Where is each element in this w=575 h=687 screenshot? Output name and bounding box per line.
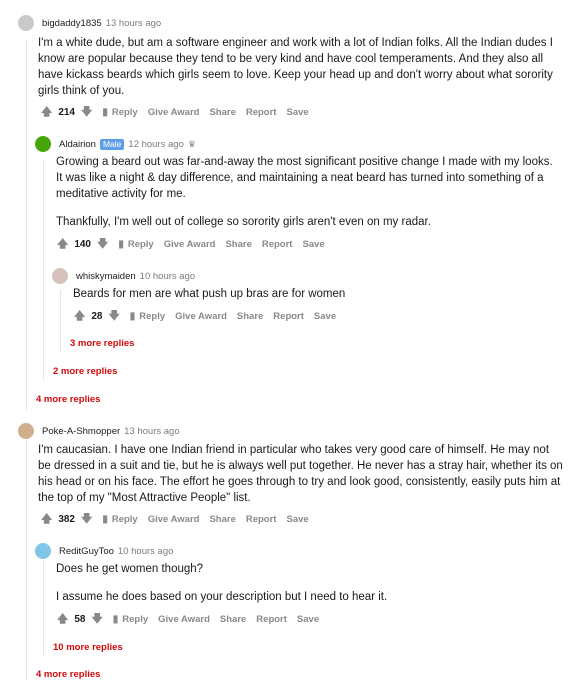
- share-button[interactable]: Share: [209, 107, 235, 118]
- give-award-button[interactable]: Give Award: [158, 614, 210, 625]
- give-award-button[interactable]: Give Award: [175, 311, 227, 322]
- comment-text: Does he get women though?: [56, 563, 204, 575]
- comment-actions: 🡅 58 🡇 ▮ Reply Give Award Share Report Sa…: [57, 611, 319, 627]
- reply-button[interactable]: ▮ Reply: [102, 514, 137, 525]
- comment-header: whiskymaiden 10 hours ago: [52, 268, 195, 284]
- comment-body: I'm caucasian. I have one Indian friend …: [38, 442, 563, 518]
- save-button[interactable]: Save: [314, 311, 336, 322]
- reply-button[interactable]: ▮ Reply: [102, 107, 137, 118]
- arrow-up-icon[interactable]: 🡅: [57, 610, 68, 629]
- share-button[interactable]: Share: [237, 311, 263, 322]
- thread-line[interactable]: [26, 440, 27, 680]
- more-replies-link[interactable]: 4 more replies: [36, 394, 100, 405]
- comment-actions: 🡅 140 🡇 ▮ Reply Give Award Share Report S…: [57, 236, 325, 252]
- speech-bubble-icon: ▮: [102, 106, 108, 118]
- comment-header: Poke-A-Shmopper 13 hours ago: [18, 423, 180, 439]
- vote-score: 58: [74, 613, 86, 625]
- report-button[interactable]: Report: [262, 239, 293, 250]
- share-button[interactable]: Share: [209, 514, 235, 525]
- arrow-down-icon[interactable]: 🡇: [97, 235, 108, 254]
- comment-text: Thankfully, I'm well out of college so s…: [56, 216, 431, 228]
- user-flair: Male: [99, 138, 125, 150]
- reply-button[interactable]: ▮ Reply: [113, 614, 148, 625]
- more-replies-link[interactable]: 3 more replies: [70, 338, 134, 349]
- more-replies-link[interactable]: 4 more replies: [36, 669, 100, 680]
- comment-header: bigdaddy1835 13 hours ago: [18, 15, 161, 31]
- comment-time[interactable]: 13 hours ago: [124, 426, 179, 437]
- comment-time[interactable]: 10 hours ago: [118, 546, 173, 557]
- comment-header: Aldairion Male 12 hours ago ♛: [35, 136, 196, 152]
- comment-actions: 🡅 28 🡇 ▮ Reply Give Award Share Report Sa…: [74, 308, 336, 324]
- save-button[interactable]: Save: [302, 239, 324, 250]
- speech-bubble-icon: ▮: [112, 613, 119, 625]
- arrow-up-icon[interactable]: 🡅: [41, 103, 52, 122]
- arrow-down-icon[interactable]: 🡇: [81, 510, 92, 529]
- comment-time[interactable]: 10 hours ago: [140, 271, 195, 282]
- give-award-button[interactable]: Give Award: [148, 514, 200, 525]
- comment-body: Does he get women though? I assume he do…: [56, 561, 556, 617]
- avatar[interactable]: [52, 268, 68, 284]
- vote-score: 214: [58, 106, 75, 118]
- save-button[interactable]: Save: [286, 514, 308, 525]
- share-button[interactable]: Share: [225, 239, 251, 250]
- save-button[interactable]: Save: [297, 614, 319, 625]
- more-replies-link[interactable]: 10 more replies: [53, 642, 123, 653]
- give-award-button[interactable]: Give Award: [164, 239, 216, 250]
- arrow-up-icon[interactable]: 🡅: [41, 510, 52, 529]
- report-button[interactable]: Report: [273, 311, 304, 322]
- report-button[interactable]: Report: [246, 107, 277, 118]
- comment-text: Growing a beard out was far-and-away the…: [56, 156, 553, 200]
- reply-button[interactable]: ▮ Reply: [118, 239, 153, 250]
- report-button[interactable]: Report: [246, 514, 277, 525]
- comment-time[interactable]: 13 hours ago: [106, 18, 161, 29]
- reply-button[interactable]: ▮ Reply: [130, 311, 165, 322]
- award-icon: ♛: [187, 138, 196, 149]
- comment-text: I assume he does based on your descripti…: [56, 591, 388, 603]
- comment-author[interactable]: bigdaddy1835: [42, 18, 102, 29]
- avatar[interactable]: [35, 543, 51, 559]
- comment-header: ReditGuyToo 10 hours ago: [35, 543, 173, 559]
- comment-author[interactable]: Poke-A-Shmopper: [42, 426, 120, 437]
- comment-actions: 🡅 382 🡇 ▮ Reply Give Award Share Report S…: [41, 511, 309, 527]
- comment-text: I'm a white dude, but am a software engi…: [38, 37, 553, 97]
- comment-time[interactable]: 12 hours ago: [128, 139, 183, 150]
- save-button[interactable]: Save: [286, 107, 308, 118]
- comment-author[interactable]: ReditGuyToo: [59, 546, 114, 557]
- thread-line[interactable]: [43, 560, 44, 656]
- comment-body: Growing a beard out was far-and-away the…: [56, 154, 556, 242]
- thread-line[interactable]: [26, 40, 27, 410]
- give-award-button[interactable]: Give Award: [148, 107, 200, 118]
- vote-score: 140: [74, 238, 91, 250]
- arrow-down-icon[interactable]: 🡇: [81, 103, 92, 122]
- speech-bubble-icon: ▮: [102, 513, 108, 525]
- avatar[interactable]: [18, 15, 34, 31]
- avatar[interactable]: [35, 136, 51, 152]
- comment-author[interactable]: whiskymaiden: [76, 271, 136, 282]
- comment-text: I'm caucasian. I have one Indian friend …: [38, 444, 563, 504]
- vote-score: 382: [58, 513, 75, 525]
- comment-actions: 🡅 214 🡇 ▮ Reply Give Award Share Report S…: [41, 104, 309, 120]
- arrow-down-icon[interactable]: 🡇: [108, 307, 119, 326]
- speech-bubble-icon: ▮: [129, 310, 136, 322]
- vote-score: 28: [91, 310, 103, 322]
- avatar[interactable]: [18, 423, 34, 439]
- arrow-up-icon[interactable]: 🡅: [74, 307, 85, 326]
- speech-bubble-icon: ▮: [118, 238, 124, 250]
- comment-text: Beards for men are what push up bras are…: [73, 288, 346, 300]
- share-button[interactable]: Share: [220, 614, 246, 625]
- report-button[interactable]: Report: [256, 614, 287, 625]
- arrow-down-icon[interactable]: 🡇: [91, 610, 102, 629]
- comment-body: I'm a white dude, but am a software engi…: [38, 35, 558, 111]
- thread-line[interactable]: [60, 290, 61, 352]
- thread-line[interactable]: [43, 160, 44, 380]
- comment-author[interactable]: Aldairion: [59, 139, 96, 150]
- arrow-up-icon[interactable]: 🡅: [57, 235, 68, 254]
- more-replies-link[interactable]: 2 more replies: [53, 366, 117, 377]
